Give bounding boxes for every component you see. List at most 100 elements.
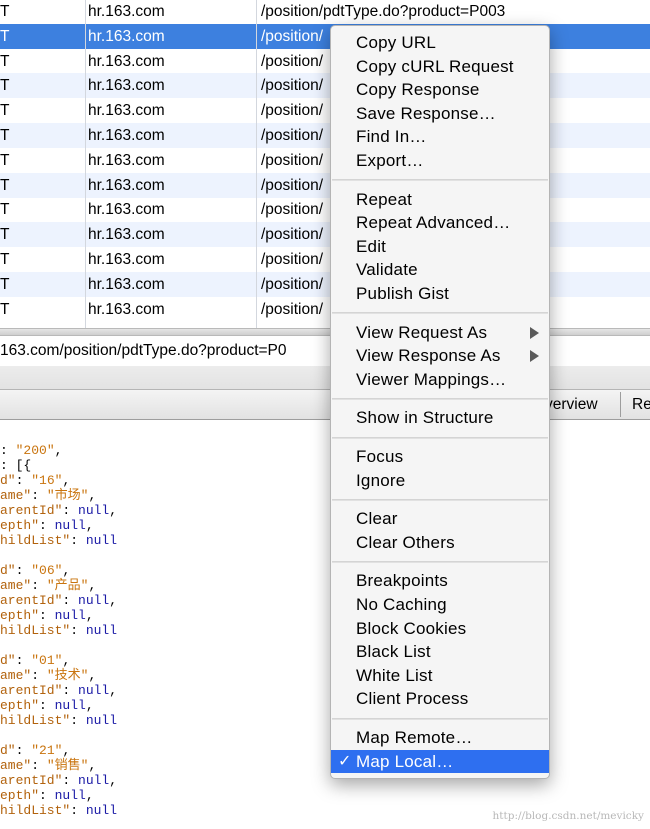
menu-item-map-local[interactable]: ✓ Map Local…: [331, 749, 549, 773]
host-cell: hr.163.com: [88, 77, 165, 95]
json-token: "01": [31, 653, 63, 668]
json-token: arentId": [0, 503, 63, 518]
json-token: hildList": [0, 803, 71, 818]
menu-item-save-response[interactable]: Save Response…: [331, 102, 549, 125]
menu-item-client-process[interactable]: Client Process: [331, 687, 549, 710]
table-row[interactable]: Thr.163.com/position/: [0, 49, 650, 74]
table-row[interactable]: Thr.163.com/position/: [0, 222, 650, 248]
json-punct: :: [15, 743, 32, 758]
column-divider[interactable]: [256, 0, 257, 328]
json-punct: ,: [109, 503, 118, 518]
tab-request[interactable]: Re: [632, 390, 650, 419]
json-punct: ,: [109, 683, 118, 698]
json-punct: :: [62, 773, 79, 788]
json-token: epth": [0, 698, 40, 713]
json-token: "21": [31, 743, 63, 758]
menu-item-black-list[interactable]: Black List: [331, 640, 549, 663]
json-punct: :: [70, 713, 86, 728]
json-token: d": [0, 653, 16, 668]
menu-item-validate[interactable]: Validate: [331, 258, 549, 281]
json-token: arentId": [0, 593, 63, 608]
host-cell: hr.163.com: [88, 201, 165, 219]
menu-separator: [332, 179, 548, 182]
json-punct: ,: [88, 758, 97, 773]
menu-item-find-in[interactable]: Find In…: [331, 125, 549, 148]
json-line: epth": null,: [0, 518, 94, 533]
host-cell: hr.163.com: [88, 127, 165, 144]
menu-item-clear[interactable]: Clear: [331, 507, 549, 530]
table-row[interactable]: Thr.163.com/position/: [0, 148, 650, 173]
json-token: null: [85, 803, 118, 818]
json-punct: ,: [62, 743, 71, 758]
menu-item-view-request-as[interactable]: View Request As: [331, 321, 549, 344]
menu-item-edit[interactable]: Edit: [331, 235, 549, 258]
menu-item-block-cookies[interactable]: Block Cookies: [331, 617, 549, 640]
table-row[interactable]: Thr.163.com/position/: [0, 297, 650, 322]
method-cell: T: [0, 176, 10, 194]
menu-item-view-response-as[interactable]: View Response As: [331, 344, 549, 367]
json-punct: ,: [62, 473, 71, 488]
json-token: hildList": [0, 533, 71, 548]
menu-item-label: Map Remote…: [356, 728, 473, 747]
menu-item-breakpoints[interactable]: Breakpoints: [331, 569, 549, 592]
table-row[interactable]: Thr.163.com/position/: [0, 98, 650, 123]
table-row[interactable]: Thr.163.com/position/: [0, 172, 650, 198]
menu-item-label: Clear: [356, 509, 398, 529]
table-row[interactable]: Thr.163.com/position/: [0, 197, 650, 222]
json-line: hildList": null: [0, 713, 117, 728]
menu-item-clear-others[interactable]: Clear Others: [331, 531, 549, 554]
menu-item-show-in-structure[interactable]: Show in Structure: [331, 406, 549, 429]
menu-item-label: White List: [356, 665, 433, 685]
menu-item-copy-url[interactable]: Copy URL: [331, 31, 549, 54]
json-token: "06": [31, 563, 63, 578]
menu-item-label: Viewer Mappings…: [356, 369, 507, 389]
menu-item-publish-gist[interactable]: Publish Gist: [331, 282, 549, 305]
tab-overview[interactable]: verview: [545, 390, 598, 419]
menu-item-repeat[interactable]: Repeat: [331, 188, 549, 211]
table-row[interactable]: Thr.163.com/position/: [0, 247, 650, 272]
menu-item-map-remote[interactable]: Map Remote…: [331, 726, 549, 749]
menu-item-export[interactable]: Export…: [331, 149, 549, 172]
menu-item-no-caching[interactable]: No Caching: [331, 593, 549, 616]
column-divider[interactable]: [85, 0, 86, 328]
json-token: d": [0, 563, 16, 578]
menu-item-viewer-mappings[interactable]: Viewer Mappings…: [331, 368, 549, 391]
menu-item-label: Export…: [356, 151, 424, 170]
json-token: ame": [0, 668, 32, 683]
json-punct: :: [62, 593, 79, 608]
json-line: d": "06",: [0, 563, 70, 578]
split-divider[interactable]: [0, 328, 650, 336]
menu-item-label: Clear Others: [356, 532, 455, 552]
menu-item-focus[interactable]: Focus: [331, 445, 549, 468]
menu-item-label: Save Response…: [356, 103, 496, 123]
json-line: d": "16",: [0, 473, 70, 488]
menu-item-copy-response[interactable]: Copy Response: [331, 78, 549, 101]
json-token: null: [78, 593, 110, 608]
menu-separator: [332, 397, 548, 400]
menu-item-label: Validate: [356, 260, 418, 280]
method-cell: T: [0, 3, 10, 20]
menu-item-copy-curl-request[interactable]: Copy cURL Request: [331, 55, 549, 78]
watermark: http://blog.csdn.net/mevicky: [492, 810, 644, 822]
url-bar: 163.com/position/pdtType.do?product=P0: [0, 336, 650, 366]
json-punct: :: [70, 803, 86, 818]
table-row[interactable]: Thr.163.com/position/: [0, 73, 650, 99]
table-row[interactable]: Thr.163.com/position/pdtType.do?product=…: [0, 0, 650, 24]
menu-item-white-list[interactable]: White List: [331, 664, 549, 687]
menu-item-ignore[interactable]: Ignore: [331, 469, 549, 492]
table-row[interactable]: Thr.163.com/position/: [0, 123, 650, 148]
json-punct: :: [62, 683, 79, 698]
json-punct: ,: [85, 608, 94, 623]
menu-item-label: Client Process: [356, 689, 469, 709]
menu-item-label: Breakpoints: [356, 571, 448, 591]
menu-item-repeat-advanced[interactable]: Repeat Advanced…: [331, 211, 549, 234]
json-token: ame": [0, 758, 32, 773]
json-punct: :: [15, 563, 32, 578]
table-row[interactable]: Thr.163.com/position/: [0, 23, 650, 49]
menu-item-label: Copy URL: [356, 33, 437, 52]
json-token: null: [85, 713, 118, 728]
host-cell: hr.163.com: [88, 251, 165, 268]
json-token: epth": [0, 608, 40, 623]
table-row[interactable]: Thr.163.com/position/: [0, 271, 650, 297]
json-line: epth": null,: [0, 698, 94, 713]
